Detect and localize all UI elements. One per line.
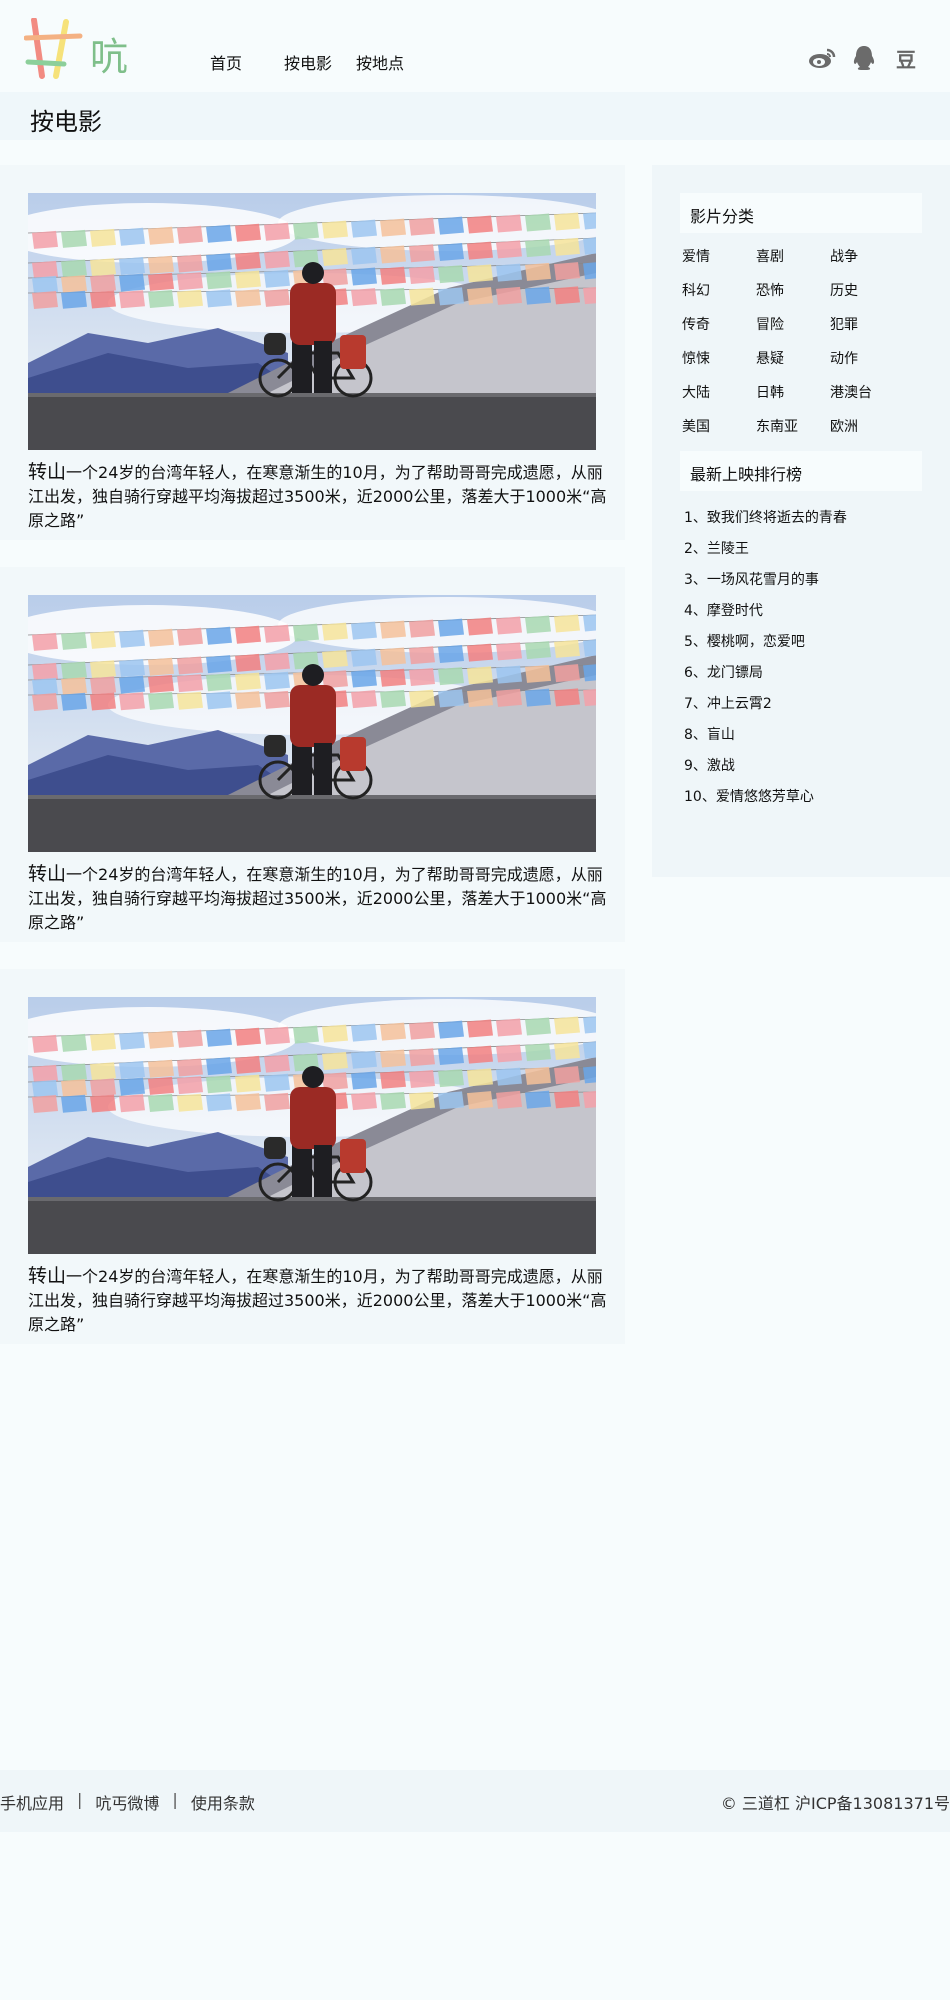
- post-title[interactable]: 转山: [28, 1265, 66, 1287]
- douban-icon[interactable]: 豆: [892, 44, 920, 72]
- qq-icon[interactable]: [850, 44, 878, 72]
- category-link[interactable]: 动作: [830, 347, 904, 371]
- post-card[interactable]: 转山一个24岁的台湾年轻人，在寒意渐生的10月，为了帮助哥哥完成遗愿，从丽江出发…: [0, 969, 625, 1344]
- site-footer: 手机应用 | 吭丐微博 | 使用条款 © 三道杠 沪ICP备13081371号: [0, 1770, 950, 1832]
- footer-links: 手机应用 | 吭丐微博 | 使用条款: [0, 1790, 255, 1814]
- post-card[interactable]: 转山一个24岁的台湾年轻人，在寒意渐生的10月，为了帮助哥哥完成遗愿，从丽江出发…: [0, 165, 625, 540]
- post-image[interactable]: [28, 595, 596, 852]
- nav-by-movie[interactable]: 按电影: [284, 50, 332, 74]
- logo-mark-icon: [23, 17, 83, 79]
- copyright-text: © 三道杠 沪ICP备13081371号: [720, 1794, 950, 1813]
- ranking-item[interactable]: 2、兰陵王: [684, 534, 924, 565]
- category-link[interactable]: 科幻: [682, 279, 756, 303]
- footer-link-terms[interactable]: 使用条款: [191, 1790, 255, 1814]
- weibo-icon[interactable]: [808, 44, 836, 72]
- post-description: 转山一个24岁的台湾年轻人，在寒意渐生的10月，为了帮助哥哥完成遗愿，从丽江出发…: [28, 460, 608, 533]
- category-link[interactable]: 恐怖: [756, 279, 830, 303]
- category-link[interactable]: 历史: [830, 279, 904, 303]
- footer-link-mobile-app[interactable]: 手机应用: [0, 1790, 64, 1814]
- ranking-item[interactable]: 7、冲上云霄2: [684, 689, 924, 720]
- category-link[interactable]: 悬疑: [756, 347, 830, 371]
- social-links: 豆: [808, 44, 920, 72]
- post-card[interactable]: 转山一个24岁的台湾年轻人，在寒意渐生的10月，为了帮助哥哥完成遗愿，从丽江出发…: [0, 567, 625, 942]
- footer-separator: |: [77, 1790, 83, 1809]
- ranking-item[interactable]: 8、盲山: [684, 720, 924, 751]
- category-link[interactable]: 喜剧: [756, 245, 830, 269]
- category-link[interactable]: 冒险: [756, 313, 830, 337]
- ranking-item[interactable]: 1、致我们终将逝去的青春: [684, 503, 924, 534]
- ranking-heading: 最新上映排行榜: [680, 451, 922, 491]
- ranking-item[interactable]: 3、一场风花雪月的事: [684, 565, 924, 596]
- category-link[interactable]: 大陆: [682, 381, 756, 405]
- post-title[interactable]: 转山: [28, 863, 66, 885]
- ranking-item[interactable]: 6、龙门镖局: [684, 658, 924, 689]
- categories-heading: 影片分类: [680, 193, 922, 233]
- ranking-list: 1、致我们终将逝去的青春 2、兰陵王 3、一场风花雪月的事 4、摩登时代 5、樱…: [684, 503, 924, 813]
- category-link[interactable]: 传奇: [682, 313, 756, 337]
- category-link[interactable]: 惊悚: [682, 347, 756, 371]
- post-body: 一个24岁的台湾年轻人，在寒意渐生的10月，为了帮助哥哥完成遗愿，从丽江出发，独…: [28, 865, 607, 932]
- nav-home[interactable]: 首页: [210, 50, 242, 74]
- category-link[interactable]: 犯罪: [830, 313, 904, 337]
- category-link[interactable]: 战争: [830, 245, 904, 269]
- site-header: 吭丐 首页 按电影 按地点 豆: [0, 0, 950, 134]
- footer-separator: |: [172, 1790, 178, 1809]
- post-description: 转山一个24岁的台湾年轻人，在寒意渐生的10月，为了帮助哥哥完成遗愿，从丽江出发…: [28, 862, 608, 935]
- sidebar: 影片分类 爱情 喜剧 战争 科幻 恐怖 历史 传奇 冒险 犯罪 惊悚 悬疑 动作…: [652, 165, 950, 877]
- post-title[interactable]: 转山: [28, 461, 66, 483]
- ranking-item[interactable]: 10、爱情悠悠芳草心: [684, 782, 924, 813]
- category-link[interactable]: 东南亚: [756, 415, 830, 439]
- post-body: 一个24岁的台湾年轻人，在寒意渐生的10月，为了帮助哥哥完成遗愿，从丽江出发，独…: [28, 1267, 607, 1334]
- category-link[interactable]: 日韩: [756, 381, 830, 405]
- category-link[interactable]: 美国: [682, 415, 756, 439]
- post-body: 一个24岁的台湾年轻人，在寒意渐生的10月，为了帮助哥哥完成遗愿，从丽江出发，独…: [28, 463, 607, 530]
- page-title-bar: 按电影: [0, 92, 950, 140]
- category-list: 爱情 喜剧 战争 科幻 恐怖 历史 传奇 冒险 犯罪 惊悚 悬疑 动作 大陆 日…: [682, 245, 922, 439]
- site-logo[interactable]: 吭丐: [23, 17, 164, 134]
- main-nav: 首页 按电影 按地点: [210, 50, 428, 74]
- nav-by-location[interactable]: 按地点: [356, 50, 404, 74]
- category-link[interactable]: 港澳台: [830, 381, 904, 405]
- footer-link-weibo[interactable]: 吭丐微博: [95, 1790, 159, 1814]
- ranking-item[interactable]: 5、樱桃啊，恋爱吧: [684, 627, 924, 658]
- ranking-item[interactable]: 9、激战: [684, 751, 924, 782]
- category-link[interactable]: 爱情: [682, 245, 756, 269]
- post-image[interactable]: [28, 997, 596, 1254]
- category-link[interactable]: 欧洲: [830, 415, 904, 439]
- ranking-item[interactable]: 4、摩登时代: [684, 596, 924, 627]
- page-title: 按电影: [30, 108, 102, 136]
- post-description: 转山一个24岁的台湾年轻人，在寒意渐生的10月，为了帮助哥哥完成遗愿，从丽江出发…: [28, 1264, 608, 1337]
- post-image[interactable]: [28, 193, 596, 450]
